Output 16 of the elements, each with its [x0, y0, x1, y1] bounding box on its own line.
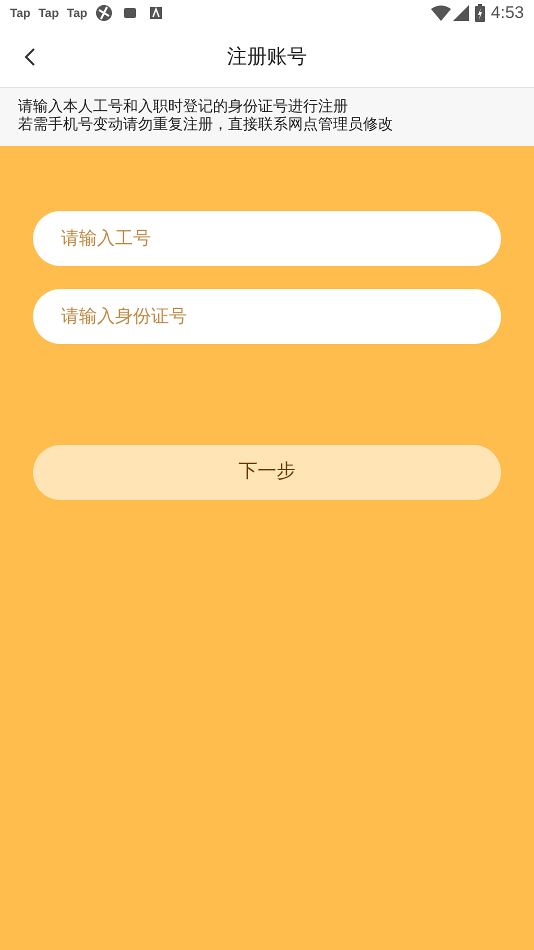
signal-icon [452, 5, 469, 21]
wifi-icon [430, 5, 451, 21]
notification-label: Tap [66, 5, 88, 22]
notice-text: 请输入本人工号和入职时登记的身份证号进行注册 [18, 98, 349, 116]
app-logo-icon [95, 4, 114, 22]
input-field[interactable]: 请输入身份证号 [33, 289, 501, 344]
battery-icon [474, 4, 485, 22]
notice-text: 若需手机号变动请勿重复注册，直接联系网点管理员修改 [18, 116, 394, 134]
back-icon [24, 46, 36, 66]
status-time: 4:53 [490, 2, 524, 24]
notification-label: Tap [10, 5, 30, 22]
app-square-icon [123, 6, 138, 20]
input-field[interactable]: 请输入工号 [33, 211, 501, 266]
notification-label: Tap [38, 5, 59, 22]
app-letter-icon [149, 6, 164, 20]
page-title: 注册账号 [227, 44, 307, 70]
